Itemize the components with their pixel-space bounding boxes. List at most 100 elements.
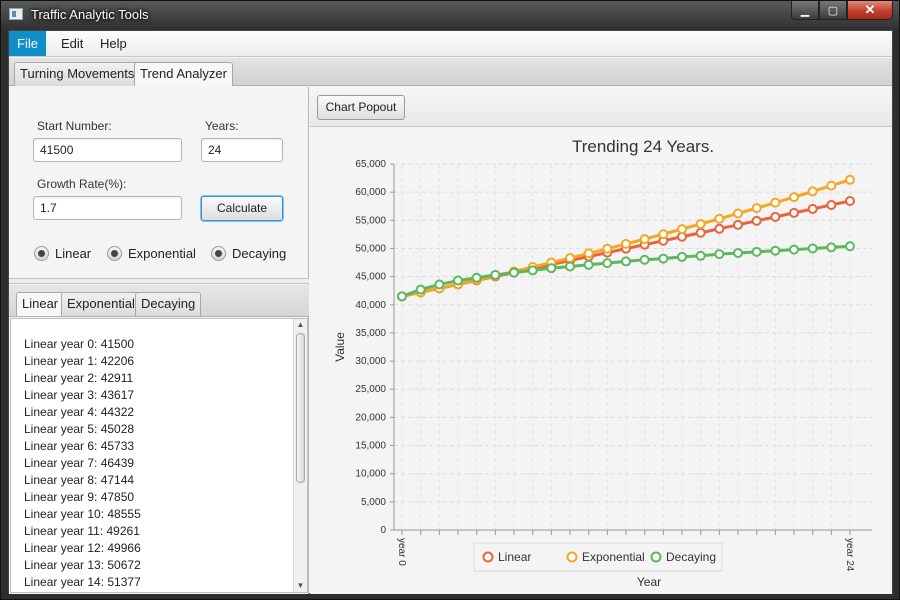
data-point-linear (789, 207, 799, 218)
results-text-area[interactable]: Linear year 0: 41500 Linear year 1: 42206… (10, 318, 308, 593)
y-axis-label: Value (333, 332, 347, 362)
menu-bar: File Edit Help (9, 31, 892, 57)
result-line: Linear year 5: 45028 (24, 422, 135, 436)
y-tick-label: 40,000 (355, 300, 386, 311)
tab-exponential[interactable]: Exponential (61, 292, 141, 316)
tab-decaying[interactable]: Decaying (135, 292, 202, 316)
main-tab-bar: Turning Movements Trend Analyzer (9, 58, 892, 86)
data-point-decaying (527, 265, 538, 276)
data-point-exponential (695, 218, 706, 229)
menu-edit[interactable]: Edit (53, 31, 91, 56)
data-point-exponential (583, 248, 594, 259)
result-line: Linear year 2: 42911 (24, 371, 134, 385)
data-point-linear (807, 203, 818, 214)
legend-symbol-decaying (650, 551, 662, 563)
result-line: Linear year 9: 47850 (24, 490, 135, 504)
y-tick-label: 15,000 (355, 441, 386, 452)
data-point-exponential (789, 192, 799, 203)
data-point-decaying (751, 246, 762, 257)
y-tick-label: 50,000 (355, 243, 386, 254)
minimize-button[interactable]: ▁ (791, 1, 819, 20)
data-point-exponential (826, 180, 837, 191)
tab-turning-movements[interactable]: Turning Movements (14, 62, 141, 86)
result-line: Linear year 1: 42206 (24, 354, 135, 368)
scroll-thumb[interactable] (296, 333, 305, 483)
y-tick-label: 30,000 (355, 356, 386, 367)
maximize-button[interactable]: ▢ (819, 1, 847, 20)
data-point-linear (751, 215, 762, 226)
data-point-decaying (583, 259, 594, 270)
y-tick-label: 55,000 (355, 215, 386, 226)
data-point-decaying (546, 263, 557, 274)
radio-decaying[interactable]: Decaying (211, 246, 286, 261)
data-point-decaying (845, 241, 855, 252)
result-line: Linear year 0: 41500 (24, 337, 135, 351)
split-divider[interactable] (9, 278, 309, 284)
growth-rate-input[interactable]: 1.7 (33, 196, 182, 220)
y-tick-label: 45,000 (355, 272, 386, 283)
years-label: Years: (205, 119, 239, 133)
tab-trend-analyzer[interactable]: Trend Analyzer (134, 62, 233, 86)
years-input[interactable]: 24 (201, 138, 283, 162)
menu-help[interactable]: Help (92, 31, 135, 56)
vertical-scrollbar[interactable]: ▲ ▼ (293, 319, 307, 592)
scroll-up-icon[interactable]: ▲ (294, 319, 307, 331)
legend-symbol-exponential (566, 551, 578, 563)
data-point-linear (695, 227, 706, 238)
data-point-exponential (565, 253, 575, 264)
y-tick-label: 25,000 (355, 384, 386, 395)
start-number-input[interactable]: 41500 (33, 138, 182, 162)
calculate-button[interactable]: Calculate (201, 196, 283, 221)
radio-exponential[interactable]: Exponential (107, 246, 196, 261)
y-tick-label: 60,000 (355, 187, 386, 198)
data-point-decaying (658, 253, 669, 264)
close-button[interactable]: ✕ (847, 1, 893, 20)
title-bar[interactable]: Traffic Analytic Tools ▁ ▢ ✕ (1, 1, 899, 29)
result-line: Linear year 11: 49261 (24, 524, 140, 538)
legend-label-linear: Linear (498, 550, 531, 564)
data-point-linear (826, 199, 837, 210)
data-point-decaying (490, 269, 501, 280)
y-tick-label: 20,000 (355, 412, 386, 423)
data-point-decaying (434, 279, 445, 290)
result-line: Linear year 12: 49966 (24, 541, 141, 555)
data-point-decaying (471, 272, 482, 283)
data-point-decaying (621, 256, 631, 267)
data-point-exponential (621, 238, 631, 249)
result-line: Linear year 13: 50672 (24, 558, 141, 572)
scroll-down-icon[interactable]: ▼ (294, 580, 307, 592)
data-point-decaying (789, 244, 799, 255)
legend-label-exponential: Exponential (582, 550, 645, 564)
data-point-decaying (826, 242, 837, 253)
data-point-decaying (565, 261, 575, 272)
window-title: Traffic Analytic Tools (31, 7, 149, 22)
data-point-linear (770, 211, 781, 222)
y-tick-label: 0 (380, 525, 386, 536)
legend-label-decaying: Decaying (666, 550, 716, 564)
menu-file[interactable]: File (9, 31, 46, 56)
radio-indicator (107, 246, 122, 261)
data-point-exponential (807, 186, 818, 197)
app-window: Traffic Analytic Tools ▁ ▢ ✕ File Edit H… (0, 0, 900, 600)
tab-linear[interactable]: Linear (16, 292, 65, 316)
radio-linear-label: Linear (55, 246, 92, 261)
result-line: Linear year 10: 48555 (24, 507, 141, 521)
data-point-decaying (453, 275, 463, 286)
data-point-exponential (770, 197, 781, 208)
result-line: Linear year 6: 45733 (24, 439, 135, 453)
data-point-decaying (415, 284, 426, 295)
result-line: Linear year 3: 43617 (24, 388, 135, 402)
start-number-label: Start Number: (37, 119, 112, 133)
data-point-exponential (639, 234, 650, 245)
data-point-decaying (695, 250, 706, 261)
chart-popout-button[interactable]: Chart Popout (317, 95, 405, 120)
radio-linear[interactable]: Linear (34, 246, 91, 261)
app-icon (9, 8, 23, 20)
result-line: Linear year 7: 46439 (24, 456, 135, 470)
result-line: Linear year 4: 44322 (24, 405, 135, 419)
data-point-exponential (733, 208, 743, 219)
client-area: File Edit Help Turning Movements Trend A… (8, 30, 893, 594)
result-line: Linear year 8: 47144 (24, 473, 135, 487)
data-point-decaying (509, 267, 519, 278)
y-tick-label: 10,000 (355, 469, 386, 480)
